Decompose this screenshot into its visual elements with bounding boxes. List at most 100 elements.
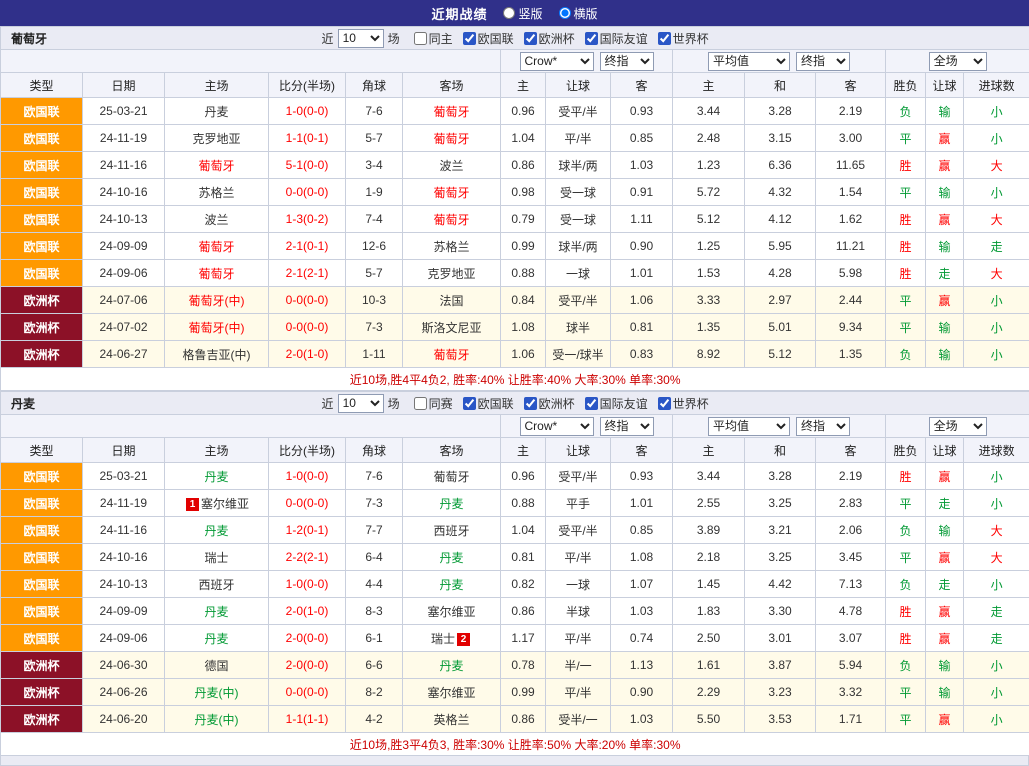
score: 0-0(0-0) <box>269 490 346 517</box>
filter-label: 欧洲杯 <box>539 30 575 47</box>
fulltime-select[interactable]: 全场 <box>929 417 987 436</box>
match-date: 25-03-21 <box>83 98 165 125</box>
filter-checkbox[interactable] <box>463 397 476 410</box>
filter-checkbox[interactable] <box>658 32 671 45</box>
odds-company-select[interactable]: Crow* <box>520 52 594 71</box>
result-goals: 走 <box>964 625 1029 652</box>
final-odds-select[interactable]: 终指 <box>600 417 654 436</box>
filter-国际友谊[interactable]: 国际友谊 <box>585 395 648 412</box>
horizontal-radio-input[interactable] <box>559 7 571 19</box>
handicap-line: 球半 <box>546 314 611 341</box>
result-wdl: 平 <box>886 706 926 733</box>
recent-results-table-denmark: 丹麦 近 10 场 同赛欧国联欧洲杯国际友谊世界杯 Crow* <box>0 391 1029 756</box>
team-name: 葡萄牙 <box>433 470 469 484</box>
away-team: 克罗地亚 <box>403 260 501 287</box>
final-odds-select-2[interactable]: 终指 <box>796 417 850 436</box>
team-name: 葡萄牙 <box>433 348 469 362</box>
filter-世界杯[interactable]: 世界杯 <box>658 395 709 412</box>
filter-checkbox[interactable] <box>524 397 537 410</box>
match-row: 欧国联24-11-16丹麦1-2(0-1)7-7西班牙1.04受平/半0.853… <box>1 517 1029 544</box>
filter-欧国联[interactable]: 欧国联 <box>463 30 514 47</box>
handicap-odds-away: 1.07 <box>611 571 673 598</box>
result-handicap: 赢 <box>926 463 964 490</box>
filter-checkbox[interactable] <box>414 32 427 45</box>
filter-checkbox[interactable] <box>463 32 476 45</box>
handicap-odds-away: 0.85 <box>611 517 673 544</box>
filter-欧洲杯[interactable]: 欧洲杯 <box>524 395 575 412</box>
corner-score: 5-7 <box>346 260 403 287</box>
league-type-badge: 欧国联 <box>1 206 83 233</box>
filter-checkbox[interactable] <box>585 397 598 410</box>
team-name: 斯洛文尼亚 <box>421 321 481 335</box>
handicap-odds-away: 0.81 <box>611 314 673 341</box>
filter-checkbox[interactable] <box>414 397 427 410</box>
match-count-select[interactable]: 10 <box>338 29 384 48</box>
odds-company-select[interactable]: Crow* <box>520 417 594 436</box>
final-odds-select-2[interactable]: 终指 <box>796 52 850 71</box>
summary-text: 近10场,胜4平4负2, 胜率:40% 让胜率:40% 大率:30% 单率:30… <box>1 368 1029 391</box>
team-name: 克罗地亚 <box>427 267 475 281</box>
competition-filters: 同主欧国联 欧洲杯国际友谊世界杯 <box>404 30 709 47</box>
avg-odds-away: 1.71 <box>816 706 886 733</box>
handicap-odds-away: 1.03 <box>611 598 673 625</box>
score: 1-1(0-1) <box>269 125 346 152</box>
layout-radio-horizontal[interactable]: 横版 <box>559 5 598 22</box>
score: 1-3(0-2) <box>269 206 346 233</box>
filter-欧洲杯[interactable]: 欧洲杯 <box>524 30 575 47</box>
handicap-odds-away: 1.01 <box>611 490 673 517</box>
result-goals: 走 <box>964 233 1029 260</box>
col-corner: 角球 <box>346 73 403 98</box>
col-date: 日期 <box>83 73 165 98</box>
home-team: 丹麦 <box>165 463 269 490</box>
handicap-odds-home: 1.17 <box>501 625 546 652</box>
fulltime-select[interactable]: 全场 <box>929 52 987 71</box>
match-date: 24-09-06 <box>83 260 165 287</box>
result-goals: 小 <box>964 571 1029 598</box>
result-wdl: 平 <box>886 679 926 706</box>
match-date: 24-06-26 <box>83 679 165 706</box>
filter-同主[interactable]: 同主 <box>414 30 453 47</box>
col-away: 客场 <box>403 73 501 98</box>
away-team: 西班牙 <box>403 517 501 544</box>
team-name: 丹麦 <box>439 578 463 592</box>
match-date: 24-10-13 <box>83 571 165 598</box>
home-team: 波兰 <box>165 206 269 233</box>
result-handicap: 输 <box>926 652 964 679</box>
score: 1-0(0-0) <box>269 463 346 490</box>
home-team: 葡萄牙(中) <box>165 287 269 314</box>
page-title: 近期战绩 <box>431 4 487 23</box>
league-type-badge: 欧国联 <box>1 125 83 152</box>
final-odds-select[interactable]: 终指 <box>600 52 654 71</box>
match-count-select[interactable]: 10 <box>338 394 384 413</box>
corner-score: 7-4 <box>346 206 403 233</box>
result-scope-select-cell: 全场 <box>886 50 1029 73</box>
result-goals: 大 <box>964 517 1029 544</box>
filter-世界杯[interactable]: 世界杯 <box>658 30 709 47</box>
average-odds-select[interactable]: 平均值 <box>708 417 790 436</box>
avg-odds-draw: 3.15 <box>745 125 816 152</box>
corner-score: 7-6 <box>346 463 403 490</box>
league-type-badge: 欧洲杯 <box>1 652 83 679</box>
result-wdl: 平 <box>886 179 926 206</box>
col-odds-away: 客 <box>611 73 673 98</box>
average-odds-select[interactable]: 平均值 <box>708 52 790 71</box>
match-row: 欧国联24-10-13波兰1-3(0-2)7-4葡萄牙0.79受一球1.115.… <box>1 206 1029 233</box>
filter-checkbox[interactable] <box>585 32 598 45</box>
filter-同赛[interactable]: 同赛 <box>414 395 453 412</box>
avg-odds-away: 3.00 <box>816 125 886 152</box>
filter-国际友谊[interactable]: 国际友谊 <box>585 30 648 47</box>
layout-radio-vertical[interactable]: 竖版 <box>503 5 542 22</box>
team-name: 英格兰 <box>433 713 469 727</box>
result-handicap: 赢 <box>926 152 964 179</box>
vertical-radio-input[interactable] <box>503 7 515 19</box>
result-wdl: 平 <box>886 490 926 517</box>
filter-checkbox[interactable] <box>524 32 537 45</box>
team-name: 克罗地亚 <box>192 132 240 146</box>
col-goals-result: 进球数 <box>964 438 1029 463</box>
filter-checkbox[interactable] <box>658 397 671 410</box>
avg-odds-away: 2.44 <box>816 287 886 314</box>
filter-欧国联[interactable]: 欧国联 <box>463 395 514 412</box>
league-type-badge: 欧洲杯 <box>1 287 83 314</box>
team-name: 丹麦 <box>204 605 228 619</box>
team-name: 苏格兰 <box>433 240 469 254</box>
